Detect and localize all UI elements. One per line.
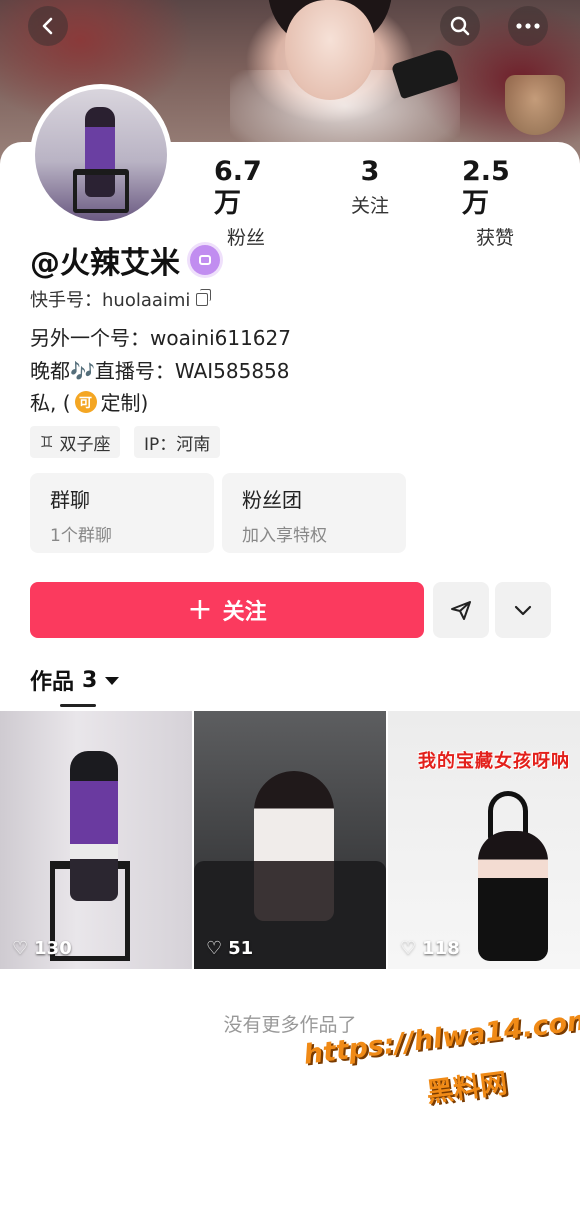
stat-likes-value: 2.5万 [462, 156, 510, 219]
chevron-down-icon [514, 605, 532, 616]
work-thumbnail-figure [70, 751, 118, 901]
send-icon [451, 601, 471, 620]
tag-ip: IP：河南 [134, 426, 221, 458]
search-icon [450, 16, 470, 36]
stat-following[interactable]: 3 关注 [340, 156, 400, 218]
tag-zodiac[interactable]: ♊ 双子座 [30, 426, 121, 458]
group-chat-title: 群聊 [50, 488, 90, 512]
work-item[interactable]: ♡ 51 [194, 711, 386, 969]
tag-ip-label: IP：河南 [144, 434, 211, 455]
kuaishou-id: 快手号：huolaaimi [30, 286, 212, 312]
stat-likes[interactable]: 2.5万 获赞 [462, 156, 528, 250]
heart-icon: ♡ [12, 938, 29, 959]
heart-icon: ♡ [400, 938, 417, 959]
camera-badge-icon[interactable] [190, 245, 220, 275]
tab-works-underline [60, 704, 96, 707]
gemini-icon: ♊ [40, 433, 54, 451]
kuaishou-id-text: 快手号：huolaaimi [30, 290, 191, 311]
stat-fans-value: 6.7万 [214, 156, 262, 219]
bio-line-3-suffix: 定制) [100, 391, 149, 415]
coin-icon: 可 [74, 390, 97, 413]
tab-works[interactable]: 作品 3 [30, 664, 120, 696]
more-horizontal-icon [516, 23, 540, 29]
caret-down-icon [105, 677, 120, 685]
work-likes-count: 51 [228, 938, 254, 959]
bio-line-2: 晚都🎶直播号：WAI585858 [30, 359, 290, 383]
work-likes: ♡ 130 [12, 938, 72, 959]
work-likes-count: 130 [34, 938, 72, 959]
chevron-left-icon [42, 17, 53, 35]
work-thumbnail-figure [478, 831, 548, 961]
follow-button[interactable]: + 关注 [30, 582, 424, 638]
work-thumbnail-figure [254, 771, 334, 921]
avatar-chair [73, 169, 129, 213]
banner-lamp [505, 75, 565, 135]
stat-following-label: 关注 [350, 195, 389, 217]
stat-fans-label: 粉丝 [226, 227, 265, 249]
bio-line-1: 另外一个号：woaini611627 [30, 326, 291, 350]
banner-face [285, 0, 375, 100]
search-button[interactable] [440, 6, 480, 46]
stat-following-value: 3 [360, 156, 380, 187]
heart-icon: ♡ [206, 938, 223, 959]
bio-line-3-prefix: 私, ( [30, 391, 71, 415]
tab-works-count: 3 [82, 667, 98, 693]
plus-icon: + [187, 592, 213, 627]
work-likes-count: 118 [422, 938, 460, 959]
stat-likes-label: 获赞 [475, 227, 514, 249]
bio-line-3: 私, ( 可 定制) [30, 387, 148, 416]
work-caption: 我的宝藏女孩呀呐 [418, 751, 570, 772]
works-grid: ♡ 130 ♡ 51 我的宝藏女孩呀呐 ♡ 118 [0, 711, 580, 969]
expand-button[interactable] [495, 582, 551, 638]
more-button[interactable] [508, 6, 548, 46]
share-button[interactable] [433, 582, 489, 638]
fan-club-card[interactable]: 粉丝团 加入享特权 [222, 473, 406, 553]
work-item[interactable]: 我的宝藏女孩呀呐 ♡ 118 [388, 711, 580, 969]
avatar[interactable] [30, 84, 172, 226]
follow-label: 关注 [222, 600, 267, 625]
fan-club-sub: 加入享特权 [242, 526, 327, 546]
tab-works-label: 作品 [30, 670, 75, 695]
work-likes: ♡ 118 [400, 938, 460, 959]
username-text: @火辣艾米 [30, 246, 180, 281]
group-chat-sub: 1个群聊 [50, 526, 112, 546]
work-likes: ♡ 51 [206, 938, 253, 959]
tag-zodiac-label: 双子座 [59, 434, 111, 455]
work-item[interactable]: ♡ 130 [0, 711, 192, 969]
username: @火辣艾米 [30, 238, 220, 282]
avatar-image [35, 89, 167, 221]
back-button[interactable] [28, 6, 68, 46]
stat-fans[interactable]: 6.7万 粉丝 [214, 156, 278, 250]
group-chat-card[interactable]: 群聊 1个群聊 [30, 473, 214, 553]
fan-club-title: 粉丝团 [242, 488, 302, 512]
copy-icon[interactable] [196, 288, 212, 306]
